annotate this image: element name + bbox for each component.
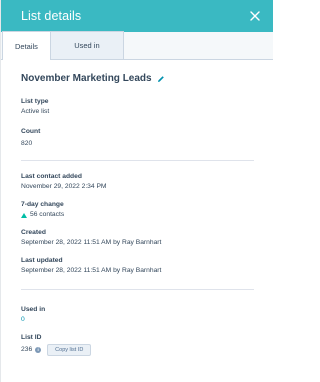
tab-used-in[interactable]: Used in [49,31,124,59]
list-type-field: List type Active list [21,98,253,116]
last-contact-added-value: November 29, 2022 2:34 PM [21,183,107,190]
tab-bar: Details Used in [1,31,273,60]
list-details-panel: List details Details Used in November Ma… [0,0,273,382]
trend-up-icon [21,212,27,218]
edit-list-name-button[interactable] [157,74,166,83]
last-contact-added-field: Last contact added November 29, 2022 2:3… [21,173,253,191]
created-label: Created [21,229,46,236]
tab-details[interactable]: Details [2,31,51,60]
list-type-label: List type [21,98,49,105]
tab-used-in-label: Used in [74,41,100,50]
seven-day-change-row: 56 contacts [21,211,253,219]
seven-day-change-field: 7-day change 56 contacts [21,201,253,219]
used-in-count-link[interactable]: 0 [21,316,253,324]
last-updated-value: September 28, 2022 11:51 AM by Ray Barnh… [21,267,162,274]
list-id-field: List ID 236 i Copy list ID [21,334,253,356]
section-divider [21,289,254,290]
created-field: Created September 28, 2022 11:51 AM by R… [21,229,253,247]
list-id-label: List ID [21,334,42,341]
info-icon[interactable]: i [35,347,42,353]
list-id-value: 236 [21,346,33,353]
details-content: November Marketing Leads List type Activ… [1,73,273,356]
count-label: Count [21,128,41,135]
count-value: 820 [21,140,33,147]
tab-details-label: Details [15,41,38,51]
list-type-value: Active list [21,108,50,115]
copy-list-id-button[interactable]: Copy list ID [47,344,92,356]
list-name-row: November Marketing Leads [21,73,253,84]
last-contact-added-label: Last contact added [21,173,82,180]
seven-day-change-value: 56 contacts [30,211,65,218]
last-updated-label: Last updated [21,257,63,264]
close-button[interactable] [247,8,263,24]
seven-day-change-label: 7-day change [21,201,64,208]
count-field: Count 820 [21,128,253,148]
panel-title: List details [21,9,82,23]
list-name: November Marketing Leads [21,73,152,84]
used-in-field: Used in 0 [21,306,253,324]
section-divider [21,160,254,161]
last-updated-field: Last updated September 28, 2022 11:51 AM… [21,257,253,275]
list-id-row: 236 i Copy list ID [21,344,253,356]
used-in-label: Used in [21,306,46,313]
created-value: September 28, 2022 11:51 AM by Ray Barnh… [21,239,162,246]
panel-header: List details [1,0,273,32]
close-icon [250,11,260,21]
pencil-icon [157,75,164,82]
